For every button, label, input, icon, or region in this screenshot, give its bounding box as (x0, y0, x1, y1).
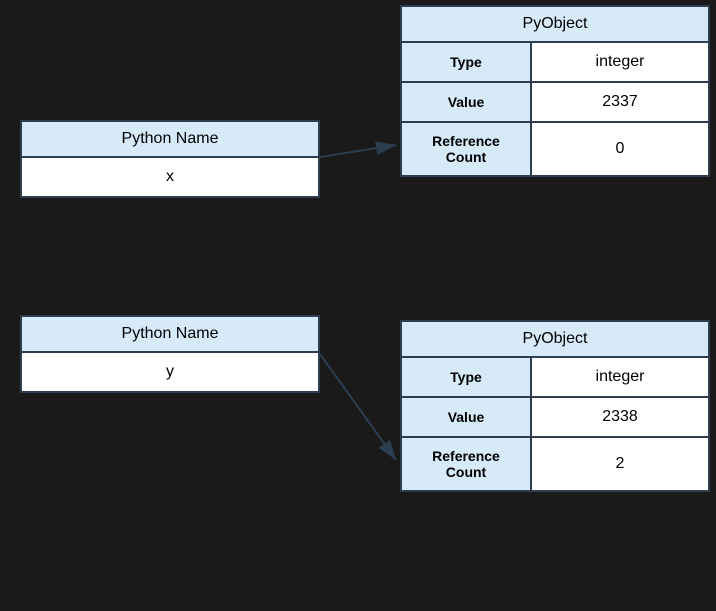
pyobject-2-value-val: 2338 (532, 398, 708, 436)
pyobject-2-value-label: Value (402, 398, 532, 436)
pyobject-2-type-row: Type integer (402, 358, 708, 398)
pyobject-2-type-label: Type (402, 358, 532, 396)
python-name-x-value: x (22, 158, 318, 196)
arrow-x-line (320, 145, 396, 157)
pyobject-1-type-label: Type (402, 43, 532, 81)
python-name-y-value: y (22, 353, 318, 391)
pyobject-1-refcount-value: 0 (532, 123, 708, 175)
pyobject-1-refcount-label: Reference Count (402, 123, 532, 175)
python-name-y-box: Python Name y (20, 315, 320, 393)
pyobject-1-box: PyObject Type integer Value 2337 Referen… (400, 5, 710, 177)
pyobject-2-refcount-value: 2 (532, 438, 708, 490)
pyobject-1-type-value: integer (532, 43, 708, 81)
python-name-x-header: Python Name (22, 122, 318, 158)
python-name-y-header: Python Name (22, 317, 318, 353)
pyobject-2-refcount-label: Reference Count (402, 438, 532, 490)
pyobject-1-type-row: Type integer (402, 43, 708, 83)
pyobject-1-value-label: Value (402, 83, 532, 121)
pyobject-1-header: PyObject (402, 7, 708, 43)
diagram-container: Python Name x Python Name y PyObject Typ… (0, 0, 716, 611)
pyobject-2-refcount-row: Reference Count 2 (402, 438, 708, 490)
pyobject-1-value-val: 2337 (532, 83, 708, 121)
pyobject-2-type-value: integer (532, 358, 708, 396)
arrow-y-line (320, 354, 396, 460)
pyobject-2-value-row: Value 2338 (402, 398, 708, 438)
pyobject-2-header: PyObject (402, 322, 708, 358)
python-name-x-box: Python Name x (20, 120, 320, 198)
pyobject-2-box: PyObject Type integer Value 2338 Referen… (400, 320, 710, 492)
pyobject-1-value-row: Value 2337 (402, 83, 708, 123)
pyobject-1-refcount-row: Reference Count 0 (402, 123, 708, 175)
